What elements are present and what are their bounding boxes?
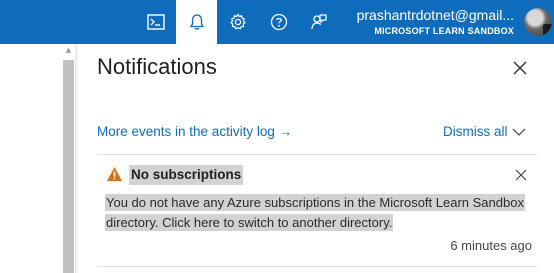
activity-log-link[interactable]: More events in the activity log →: [97, 124, 292, 139]
scrollbar-thumb[interactable]: [63, 60, 74, 273]
close-icon[interactable]: [511, 59, 529, 77]
scroll-up-arrow-icon[interactable]: ▲: [64, 47, 73, 54]
chevron-down-icon[interactable]: [511, 126, 527, 138]
notifications-icon: [189, 14, 204, 30]
account-info[interactable]: prashantrdotnet@gmail... MICROSOFT LEARN…: [357, 7, 514, 36]
notification-body[interactable]: You do not have any Azure subscriptions …: [105, 193, 525, 233]
notifications-button[interactable]: [176, 0, 217, 44]
help-button[interactable]: [258, 0, 299, 44]
account-email: prashantrdotnet@gmail...: [356, 7, 514, 23]
cloud-shell-button[interactable]: [135, 0, 176, 44]
divider: [97, 266, 537, 267]
notification-body-line-1: You do not have any Azure subscriptions …: [105, 194, 525, 211]
avatar[interactable]: [524, 8, 552, 36]
dismiss-all-button[interactable]: Dismiss all: [443, 124, 508, 139]
notification-timestamp: 6 minutes ago: [450, 238, 532, 253]
avatar-badge: [543, 24, 552, 36]
portal-background: [0, 44, 62, 273]
feedback-icon: [310, 14, 327, 30]
feedback-button[interactable]: [298, 0, 339, 44]
account-tenant: MICROSOFT LEARN SANDBOX: [374, 26, 514, 36]
warning-icon: [107, 167, 122, 181]
notification-close-icon[interactable]: [515, 169, 527, 181]
settings-button[interactable]: [217, 0, 258, 44]
notification-title[interactable]: No subscriptions: [129, 165, 244, 185]
top-bar: prashantrdotnet@gmail... MICROSOFT LEARN…: [0, 0, 554, 44]
settings-icon: [229, 13, 246, 30]
cloud-shell-icon: [146, 14, 165, 30]
arrow-right-icon: →: [278, 124, 293, 139]
panel-title: Notifications: [97, 54, 217, 79]
activity-log-link-label: More events in the activity log: [97, 124, 275, 139]
divider: [97, 154, 537, 155]
notification-body-line-2: directory. Click here to switch to anoth…: [105, 214, 394, 231]
help-icon: [270, 13, 287, 31]
